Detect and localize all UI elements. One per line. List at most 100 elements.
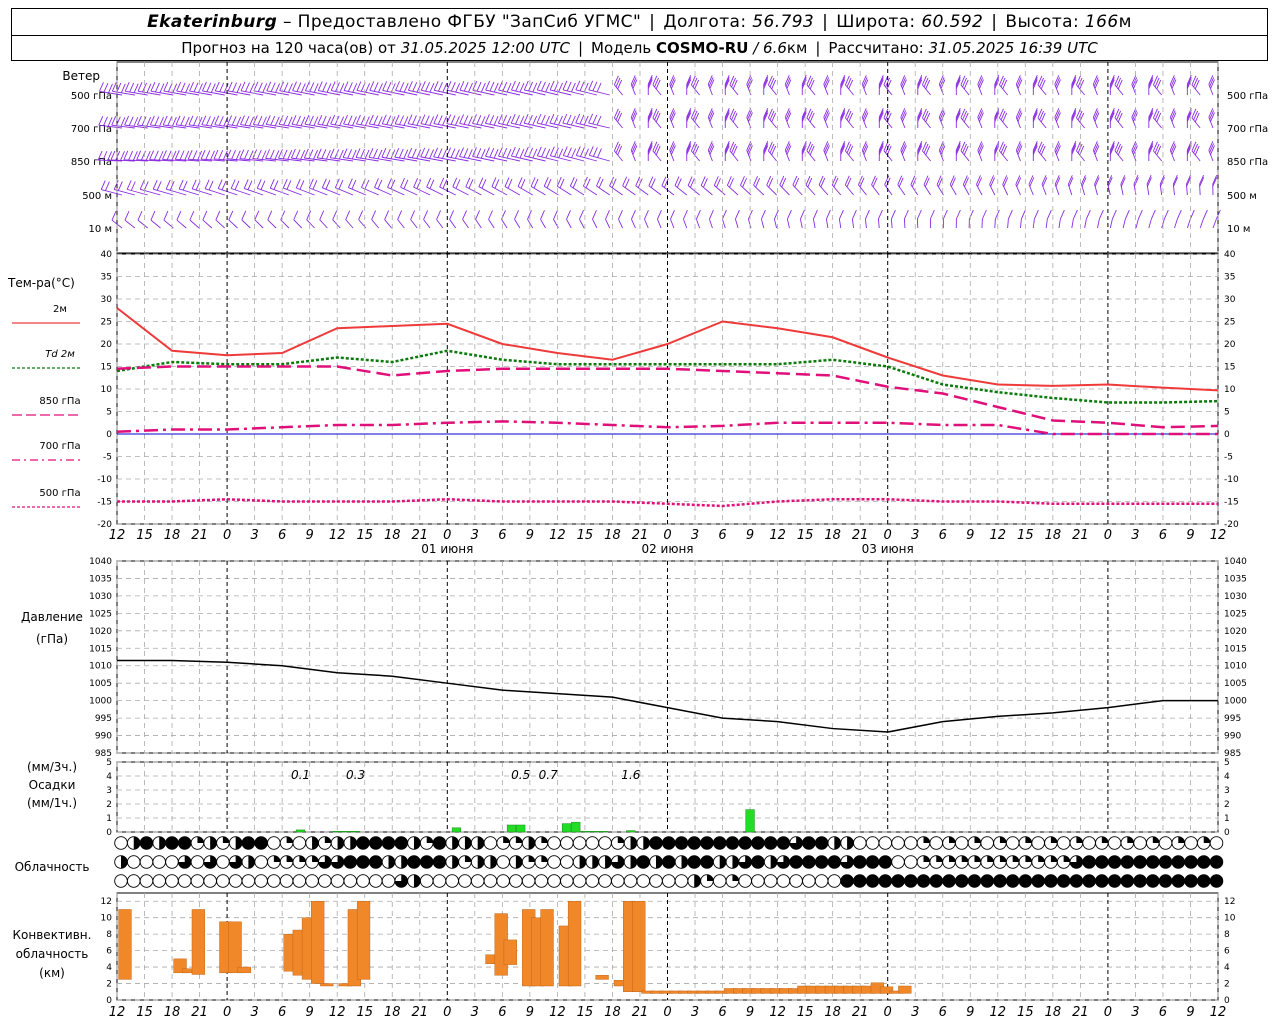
- wind-barb-feather: [403, 149, 409, 159]
- x-tick-label: 0: [1104, 528, 1112, 543]
- wind-barb-feather: [377, 149, 383, 160]
- cloud-symbol: [241, 874, 256, 888]
- wind-barb-feather: [491, 177, 497, 187]
- wind-barb: [792, 175, 803, 196]
- wind-barb: [767, 141, 777, 162]
- wind-barb: [436, 210, 444, 229]
- x-tick-label: 15: [797, 528, 814, 543]
- precip-tick-label-right: 0: [1224, 828, 1230, 838]
- cloud-symbol: [1171, 874, 1186, 888]
- cloud-symbol: [802, 836, 816, 850]
- wind-barb-feather: [206, 82, 212, 92]
- cloud-fill-half: [630, 855, 637, 869]
- cloud-symbol: [572, 874, 587, 888]
- cloud-fill-full: [1057, 874, 1070, 888]
- cloud-circle: [292, 836, 307, 850]
- cloud-circle: [216, 855, 230, 869]
- x-tick-label-bottom: 15: [577, 1005, 594, 1020]
- wind-barb-feather: [1111, 209, 1117, 220]
- wind-barb: [686, 75, 692, 95]
- wind-barb-shaft: [799, 218, 803, 229]
- cloud-symbol: [1107, 855, 1122, 869]
- cloud-symbol: [470, 836, 485, 850]
- wind-barb-feather: [493, 148, 499, 159]
- wind-barb-feather: [520, 178, 526, 189]
- cloud-fill-quarter: [1050, 836, 1058, 843]
- cloud-fill-quarter: [515, 836, 523, 843]
- wind-barb: [1159, 175, 1165, 196]
- wind-barb-feather: [167, 116, 173, 126]
- wind-barb: [306, 210, 315, 229]
- cloud-fill-half: [643, 836, 650, 850]
- wind-barb-feather: [162, 115, 168, 126]
- wind-barb-feather: [540, 114, 546, 125]
- wind-barb: [917, 75, 923, 95]
- cloud-circle: [279, 874, 294, 888]
- wind-barb-feather: [270, 115, 276, 126]
- wind-barb-feather: [262, 83, 268, 93]
- wind-level-label-right: 10 м: [1227, 224, 1250, 235]
- wind-barb-feather: [184, 116, 190, 127]
- cloud-symbol: [381, 855, 396, 869]
- cloud-circle: [980, 836, 994, 850]
- wind-barb-feather: [365, 83, 371, 93]
- wind-barb-feather: [937, 177, 943, 187]
- wind-barb-feather: [338, 149, 344, 160]
- wind-barb: [784, 141, 792, 162]
- temp-tick-label: 25: [101, 318, 112, 328]
- cloud-circle: [432, 874, 447, 888]
- cloud-symbol: [483, 836, 498, 850]
- x-tick-label-bottom: 21: [412, 1005, 429, 1020]
- cloud-fill-quarter: [426, 836, 434, 843]
- wind-barb-feather: [838, 209, 844, 220]
- wind-barb-feather: [570, 82, 576, 93]
- cloud-fill-full: [1171, 874, 1185, 888]
- cloud-symbol: [305, 874, 319, 888]
- x-tick-label-bottom: 12: [1210, 1005, 1227, 1020]
- wind-barb: [883, 141, 893, 162]
- cloud-fill-quarter: [974, 836, 981, 843]
- wind-barb-shaft: [609, 185, 623, 196]
- wind-barb-feather: [476, 148, 482, 158]
- wind-barb-feather: [494, 179, 500, 189]
- wind-barb: [812, 209, 818, 229]
- wind-barb-feather: [398, 148, 404, 159]
- cloud-fill-full: [1031, 874, 1045, 888]
- conv-tick-label: 2: [106, 980, 112, 990]
- wind-barb: [851, 209, 857, 229]
- wind-barb-feather: [227, 81, 233, 92]
- cloud-symbol: [190, 836, 205, 850]
- cloud-symbol: [661, 855, 676, 869]
- cloud-fill-half: [133, 836, 141, 850]
- wind-barb-shaft: [570, 185, 585, 196]
- wind-barb: [707, 75, 715, 96]
- wind-barb-feather: [709, 209, 714, 220]
- temp-tick-label: 20: [101, 340, 113, 350]
- x-tick-label: 21: [1072, 528, 1089, 543]
- conv-title-3: (км): [39, 966, 65, 980]
- wind-barb: [217, 179, 238, 196]
- wind-barb: [1208, 108, 1215, 129]
- wind-barb-shaft: [400, 186, 418, 196]
- wind-barb: [1169, 108, 1177, 129]
- wind-barb-feather: [416, 83, 422, 93]
- wind-barb-feather: [964, 177, 969, 187]
- wind-barb-feather: [562, 80, 568, 91]
- cloud-symbol: [547, 874, 561, 888]
- legend-label: Td 2м: [45, 349, 75, 360]
- wind-barb-shaft: [962, 184, 970, 196]
- wind-barb: [938, 141, 946, 162]
- wind-barb-shaft: [1135, 218, 1139, 229]
- cloud-fill-quarter: [464, 855, 472, 862]
- precip-tick-label-right: 4: [1224, 772, 1230, 782]
- wind-barb: [976, 175, 983, 196]
- cloud-circle: [381, 874, 396, 888]
- wind-barb-feather: [236, 83, 242, 93]
- wind-barb: [922, 75, 931, 96]
- wind-barb-feather: [369, 81, 375, 91]
- wind-barb-feather: [549, 113, 555, 124]
- cloud-fill-half: [847, 836, 854, 850]
- wind-barb: [746, 108, 753, 129]
- wind-barb-feather: [364, 149, 370, 160]
- wind-barb: [916, 209, 922, 229]
